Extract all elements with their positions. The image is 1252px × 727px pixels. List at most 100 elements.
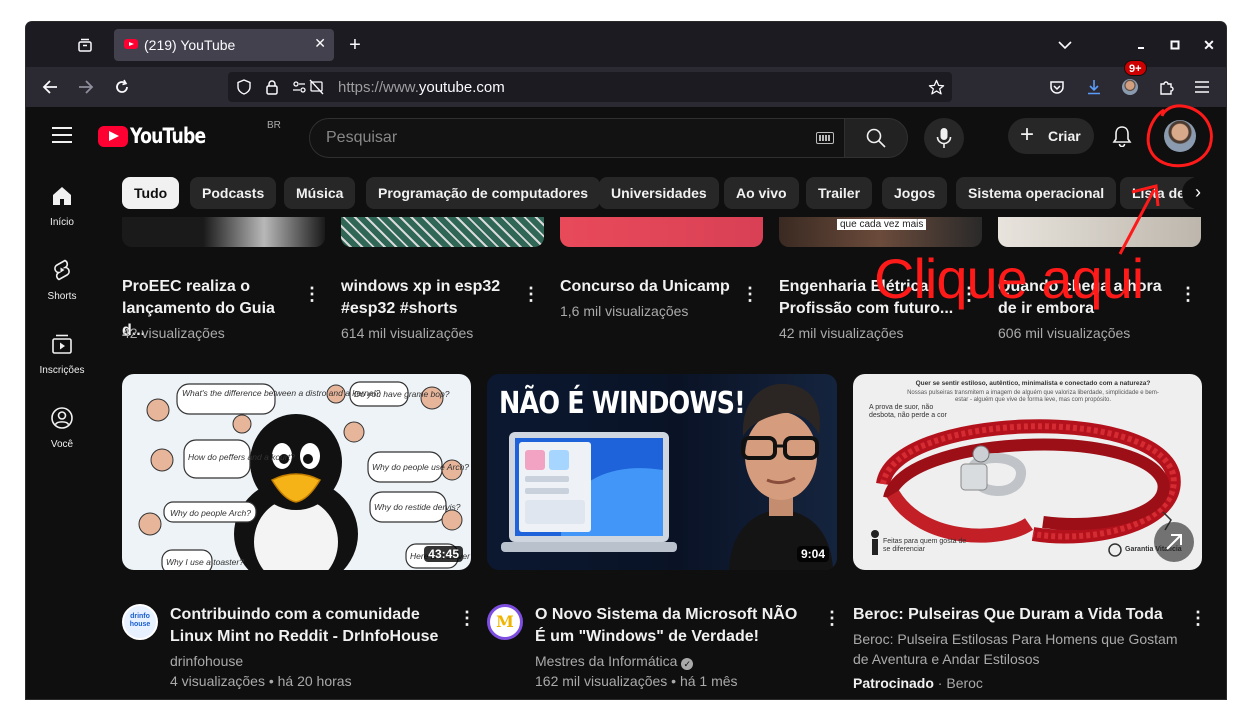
pocket-icon[interactable] — [1045, 75, 1069, 99]
chip-sistema-operacional[interactable]: Sistema operacional — [956, 177, 1117, 209]
open-external-button[interactable] — [1154, 522, 1194, 562]
create-button[interactable]: + Criar — [1008, 118, 1094, 154]
youtube-logo[interactable]: YouTube BR — [98, 120, 281, 148]
downloads-icon[interactable] — [1082, 75, 1106, 99]
url-text[interactable]: https://www.youtube.com — [338, 79, 505, 96]
chip-jogos[interactable]: Jogos — [882, 177, 948, 209]
bell-icon — [1112, 126, 1132, 147]
short-thumbnail[interactable] — [998, 217, 1201, 247]
video-title[interactable]: O Novo Sistema da Microsoft NÃO É um "Wi… — [535, 604, 810, 648]
chips-next-button[interactable]: › — [1182, 177, 1214, 209]
minimize-icon[interactable] — [1130, 34, 1152, 56]
more-actions-icon[interactable]: ⋮ — [1179, 285, 1197, 303]
video-stats: 4 visualizações • há 20 horas — [170, 673, 352, 689]
chip-tudo[interactable]: Tudo — [122, 177, 180, 209]
ad-thumbnail[interactable]: Quer se sentir estiloso, autêntico, mini… — [853, 374, 1202, 570]
close-tab-icon[interactable]: ✕ — [314, 35, 326, 52]
short-title[interactable]: windows xp in esp32 #esp32 #shorts — [341, 276, 511, 320]
thumbnail-bubble-text: How do peffers and a kourt? — [188, 452, 295, 462]
video-thumbnail[interactable]: What's the difference between a distro a… — [122, 374, 471, 570]
tab-strip: (219) YouTube ✕ + ✕ — [26, 22, 1226, 67]
guide-menu-icon[interactable] — [52, 127, 72, 143]
microphone-icon — [936, 128, 952, 148]
chip-podcasts[interactable]: Podcasts — [190, 177, 277, 209]
short-thumbnail[interactable] — [122, 217, 325, 247]
account-avatar[interactable] — [1164, 120, 1196, 152]
thumbnail-bubble-text: Why do people Arch? — [170, 508, 251, 518]
short-thumbnail[interactable]: que cada vez mais — [779, 217, 982, 247]
notifications-button[interactable] — [1106, 121, 1138, 153]
more-actions-icon[interactable]: ⋮ — [823, 609, 841, 627]
thumbnail-bubble-text: Why do restide dervis? — [374, 502, 461, 512]
account-avatar-icon[interactable] — [1118, 75, 1142, 99]
short-views: 42 visualizações — [122, 325, 225, 341]
forward-icon[interactable] — [74, 75, 98, 99]
close-window-icon[interactable]: ✕ — [1198, 34, 1220, 56]
keyboard-icon[interactable] — [816, 132, 834, 144]
short-thumbnail[interactable] — [560, 217, 763, 247]
country-code: BR — [267, 120, 281, 131]
short-thumbnail-caption: que cada vez mais — [837, 219, 927, 230]
list-tabs-chevron-icon[interactable] — [1054, 34, 1076, 56]
short-views: 1,6 mil visualizações — [560, 303, 689, 319]
new-tab-icon[interactable]: + — [344, 34, 366, 56]
tab-title: (219) YouTube — [144, 37, 236, 53]
tab-overview-icon[interactable] — [74, 34, 96, 56]
voice-search-button[interactable] — [924, 118, 964, 158]
menu-icon[interactable] — [1190, 75, 1214, 99]
thumbnail-bubble-text: Why do people use Arch? — [372, 462, 469, 472]
shield-icon[interactable] — [232, 75, 256, 99]
chip-universidades[interactable]: Universidades — [599, 177, 719, 209]
category-chips: Tudo Podcasts Música Programação de comp… — [122, 177, 1212, 209]
home-icon — [53, 187, 71, 205]
video-title[interactable]: Contribuindo com a comunidade Linux Mint… — [170, 604, 445, 648]
channel-avatar-text: drinfo house — [129, 613, 151, 628]
thumbnail-bubble-text: Why I use a toaster? — [166, 557, 244, 567]
channel-name[interactable]: drinfohouse — [170, 651, 243, 671]
ad-thumbnail-note: Feitas para quem gosta de se diferenciar — [883, 538, 967, 553]
maximize-icon[interactable] — [1164, 34, 1186, 56]
sponsored-label: Patrocinado — [853, 675, 934, 691]
more-actions-icon[interactable]: ⋮ — [458, 609, 476, 627]
ad-description: Beroc: Pulseira Estilosas Para Homens qu… — [853, 631, 1178, 667]
video-stats: 162 mil visualizações • há 1 mês — [535, 673, 738, 689]
lock-icon[interactable] — [260, 75, 284, 99]
more-actions-icon[interactable]: ⋮ — [1189, 609, 1207, 627]
plus-icon: + — [1020, 121, 1035, 148]
extensions-icon[interactable] — [1154, 75, 1178, 99]
chip-musica[interactable]: Música — [284, 177, 356, 209]
channel-avatar[interactable]: M — [487, 604, 523, 640]
more-actions-icon[interactable]: ⋮ — [303, 285, 321, 303]
channel-avatar-text: M — [496, 612, 514, 631]
permissions-icon[interactable] — [290, 75, 326, 99]
search-button[interactable] — [844, 118, 908, 158]
browser-tab[interactable]: (219) YouTube ✕ — [114, 29, 334, 61]
chip-ao-vivo[interactable]: Ao vivo — [724, 177, 799, 209]
reload-icon[interactable] — [110, 75, 134, 99]
laptop-illustration — [501, 432, 677, 552]
youtube-play-icon — [98, 125, 128, 147]
ad-title[interactable]: Beroc: Pulseiras Que Duram a Vida Toda — [853, 604, 1173, 626]
advertiser-name[interactable]: Beroc — [946, 675, 983, 691]
short-title[interactable]: Concurso da Unicamp — [560, 276, 735, 298]
channel-avatar[interactable]: drinfo house — [122, 604, 158, 640]
video-duration: 43:45 — [424, 546, 463, 562]
bookmark-star-icon[interactable] — [924, 75, 948, 99]
video-thumbnail[interactable]: NÃO É WINDOWS! 9:04 — [487, 374, 837, 570]
youtube-favicon-icon — [124, 39, 138, 49]
channel-name[interactable]: Mestres da Informática ✓ — [535, 651, 694, 671]
search-box[interactable] — [309, 118, 845, 158]
navigation-toolbar: https://www.youtube.com — [26, 67, 1226, 107]
annotation-text: Clique aqui — [874, 247, 1144, 310]
short-thumbnail[interactable] — [341, 217, 544, 247]
more-actions-icon[interactable]: ⋮ — [741, 285, 759, 303]
search-input[interactable] — [326, 119, 796, 157]
more-actions-icon[interactable]: ⋮ — [522, 285, 540, 303]
thumbnail-bubble-text: Do you have grame bop? — [354, 389, 450, 399]
chip-programacao[interactable]: Programação de computadores — [366, 177, 601, 209]
thumbnail-bubble-text: What's the difference between a distro a… — [182, 388, 380, 398]
short-views: 42 mil visualizações — [779, 325, 904, 341]
back-icon[interactable] — [38, 75, 62, 99]
address-bar[interactable]: https://www.youtube.com — [228, 72, 952, 102]
chip-trailer[interactable]: Trailer — [806, 177, 873, 209]
